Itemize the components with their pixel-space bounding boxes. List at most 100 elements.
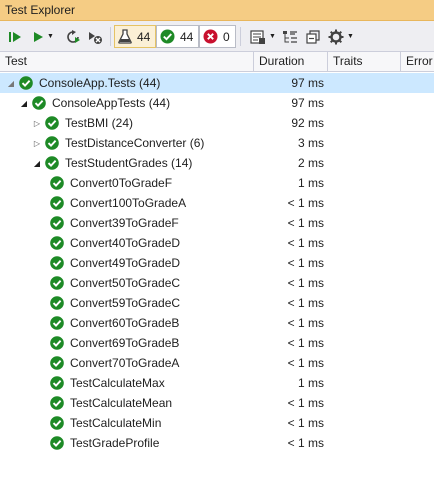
tree-row[interactable]: ◢ TestStudentGrades (14) 2 ms (0, 153, 434, 173)
tree-row[interactable]: TestCalculateMin < 1 ms (0, 413, 434, 433)
test-name: TestBMI (24) (65, 116, 134, 130)
tree-row[interactable]: TestGradeProfile < 1 ms (0, 433, 434, 453)
tree-row[interactable]: ◢ ConsoleAppTests (44) 97 ms (0, 93, 434, 113)
tree-row[interactable]: Convert0ToGradeF 1 ms (0, 173, 434, 193)
collapse-arrow-icon[interactable]: ◢ (6, 77, 16, 89)
cancel-icon[interactable] (86, 26, 104, 47)
tree-row[interactable]: ◢ ConsoleApp.Tests (44) 97 ms (0, 73, 434, 93)
failed-count: 0 (223, 29, 230, 44)
column-traits[interactable]: Traits (327, 52, 400, 72)
passed-icon (50, 356, 64, 370)
passed-icon (50, 336, 64, 350)
passed-icon (160, 29, 175, 44)
passed-icon (50, 196, 64, 210)
test-name: Convert100ToGradeA (70, 196, 187, 210)
test-name: Convert60ToGradeB (70, 316, 180, 330)
playlist-button[interactable]: ▼ (248, 26, 278, 47)
expand-arrow-icon[interactable]: ▷ (32, 137, 42, 149)
test-duration: < 1 ms (287, 416, 324, 430)
run-icon (34, 31, 44, 42)
collapse-icon[interactable] (304, 26, 322, 47)
tree-row[interactable]: TestCalculateMax 1 ms (0, 373, 434, 393)
test-name: ConsoleApp.Tests (44) (39, 76, 161, 90)
passed-icon (50, 216, 64, 230)
test-name: TestCalculateMax (70, 376, 165, 390)
test-name: ConsoleAppTests (44) (52, 96, 171, 110)
test-duration: 2 ms (297, 156, 324, 170)
rerun-icon[interactable] (64, 26, 82, 47)
test-duration: < 1 ms (287, 396, 324, 410)
test-duration: < 1 ms (287, 336, 324, 350)
column-test[interactable]: Test (0, 52, 253, 72)
tree-row[interactable]: ▷ TestBMI (24) 92 ms (0, 113, 434, 133)
expand-arrow-icon[interactable]: ▷ (32, 117, 42, 129)
test-name: TestDistanceConverter (6) (65, 136, 205, 150)
passed-icon (50, 176, 64, 190)
test-name: Convert59ToGradeC (70, 296, 181, 310)
passed-icon (50, 296, 64, 310)
test-duration: 1 ms (297, 176, 324, 190)
column-header: Test Duration Traits Error (0, 52, 434, 72)
settings-button[interactable]: ▼ (327, 26, 355, 47)
tree-row[interactable]: Convert70ToGradeA < 1 ms (0, 353, 434, 373)
test-name: Convert50ToGradeC (70, 276, 181, 290)
column-error[interactable]: Error (400, 52, 434, 72)
test-duration: 3 ms (297, 136, 324, 150)
test-duration: < 1 ms (287, 216, 324, 230)
toolbar-separator (110, 27, 111, 46)
tree-row[interactable]: Convert59ToGradeC < 1 ms (0, 293, 434, 313)
tree-row[interactable]: Convert60ToGradeB < 1 ms (0, 313, 434, 333)
test-name: Convert40ToGradeD (70, 236, 181, 250)
passed-icon (50, 396, 64, 410)
test-duration: < 1 ms (287, 296, 324, 310)
test-duration: < 1 ms (287, 436, 324, 450)
passed-icon (45, 156, 59, 170)
tree-row[interactable]: Convert50ToGradeC < 1 ms (0, 273, 434, 293)
test-duration: 97 ms (291, 96, 324, 110)
passed-icon (45, 116, 59, 130)
passed-count: 44 (180, 29, 194, 44)
total-tests-filter[interactable]: 44 (114, 25, 157, 48)
test-duration: 92 ms (291, 116, 324, 130)
run-all-icon[interactable] (6, 26, 24, 47)
failed-tests-filter[interactable]: 0 (199, 25, 236, 48)
test-name: Convert49ToGradeD (70, 256, 181, 270)
passed-icon (45, 136, 59, 150)
tree-row[interactable]: Convert69ToGradeB < 1 ms (0, 333, 434, 353)
test-duration: < 1 ms (287, 236, 324, 250)
passed-icon (50, 236, 64, 250)
window-title: Test Explorer (5, 3, 76, 17)
test-duration: < 1 ms (287, 356, 324, 370)
test-name: TestGradeProfile (70, 436, 160, 450)
tree-row[interactable]: Convert39ToGradeF < 1 ms (0, 213, 434, 233)
failed-icon (203, 29, 218, 44)
passed-icon (50, 416, 64, 430)
toolbar: ▼ 44 44 0 ▼ ▼ (0, 21, 434, 52)
test-name: Convert0ToGradeF (70, 176, 173, 190)
tree-row[interactable]: Convert40ToGradeD < 1 ms (0, 233, 434, 253)
test-name: TestCalculateMin (70, 416, 162, 430)
passed-tests-filter[interactable]: 44 (156, 25, 200, 48)
tree-row[interactable]: Convert100ToGradeA < 1 ms (0, 193, 434, 213)
flask-icon (118, 29, 132, 44)
test-duration: < 1 ms (287, 276, 324, 290)
collapse-arrow-icon[interactable]: ◢ (32, 157, 42, 169)
passed-icon (50, 276, 64, 290)
collapse-arrow-icon[interactable]: ◢ (19, 97, 29, 109)
hierarchy-icon[interactable] (281, 26, 299, 47)
run-button[interactable]: ▼ (30, 26, 56, 47)
passed-icon (50, 376, 64, 390)
test-duration: < 1 ms (287, 316, 324, 330)
chevron-down-icon: ▼ (269, 33, 276, 40)
passed-icon (19, 76, 33, 90)
total-count: 44 (137, 29, 151, 44)
test-name: Convert69ToGradeB (70, 336, 180, 350)
test-name: Convert39ToGradeF (70, 216, 179, 230)
tree-row[interactable]: ▷ TestDistanceConverter (6) 3 ms (0, 133, 434, 153)
tree-row[interactable]: TestCalculateMean < 1 ms (0, 393, 434, 413)
toolbar-separator (240, 27, 241, 46)
passed-icon (50, 316, 64, 330)
column-duration[interactable]: Duration (253, 52, 327, 72)
tree-row[interactable]: Convert49ToGradeD < 1 ms (0, 253, 434, 273)
test-name: TestStudentGrades (14) (65, 156, 193, 170)
